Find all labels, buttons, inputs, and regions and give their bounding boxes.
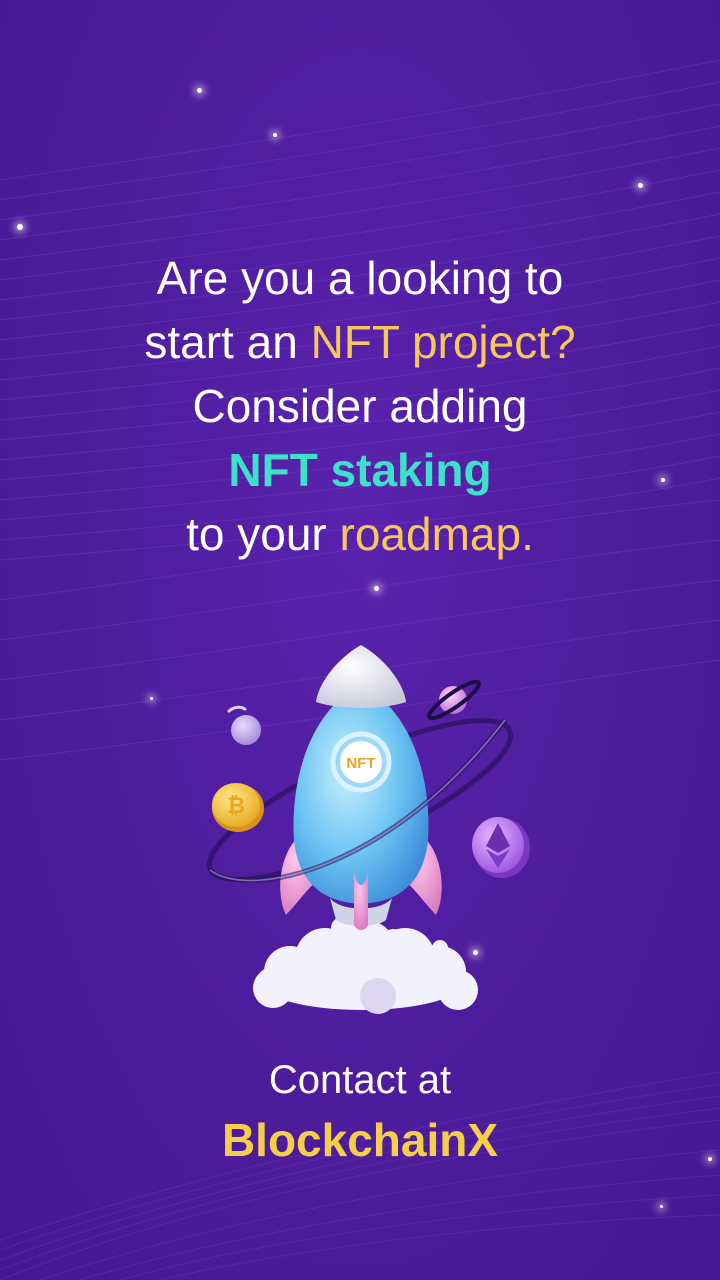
rocket-badge-text: NFT — [346, 755, 375, 772]
rocket-illustration: NFT ₿ — [206, 645, 530, 1014]
headline-line-3: Consider adding — [192, 380, 528, 432]
svg-text:₿: ₿ — [227, 794, 245, 819]
star-sparkle — [660, 1205, 663, 1208]
headline-line-2: start an NFT project? — [0, 310, 720, 374]
headline-line-1: Are you a looking to — [156, 252, 564, 304]
smoke-cloud-icon — [253, 917, 478, 1014]
headline-line-5-prefix: to your — [186, 508, 340, 560]
headline-nft-project: NFT project? — [310, 316, 576, 368]
star-sparkle — [150, 697, 153, 700]
headline: Are you a looking to start an NFT projec… — [0, 246, 720, 566]
headline-nft-staking: NFT staking — [228, 444, 492, 496]
headline-roadmap: roadmap. — [339, 508, 534, 560]
star-sparkle — [273, 133, 277, 137]
contact-cta: Contact at BlockchainX — [0, 1052, 720, 1172]
star-sparkle — [374, 586, 379, 591]
star-sparkle — [197, 88, 202, 93]
rocket-icon: NFT — [280, 645, 442, 931]
contact-label: Contact at — [268, 1058, 452, 1102]
promo-poster: Are you a looking to start an NFT projec… — [0, 0, 720, 1280]
moon-icon — [226, 705, 261, 745]
ethereum-coin-icon — [472, 817, 530, 878]
headline-line-2-prefix: start an — [144, 316, 311, 368]
brand-name[interactable]: BlockchainX — [0, 1108, 720, 1172]
star-sparkle — [17, 224, 23, 230]
headline-line-5: to your roadmap. — [0, 502, 720, 566]
star-sparkle — [638, 183, 643, 188]
planet-icon — [427, 679, 481, 721]
bitcoin-coin-icon: ₿ — [212, 783, 264, 832]
